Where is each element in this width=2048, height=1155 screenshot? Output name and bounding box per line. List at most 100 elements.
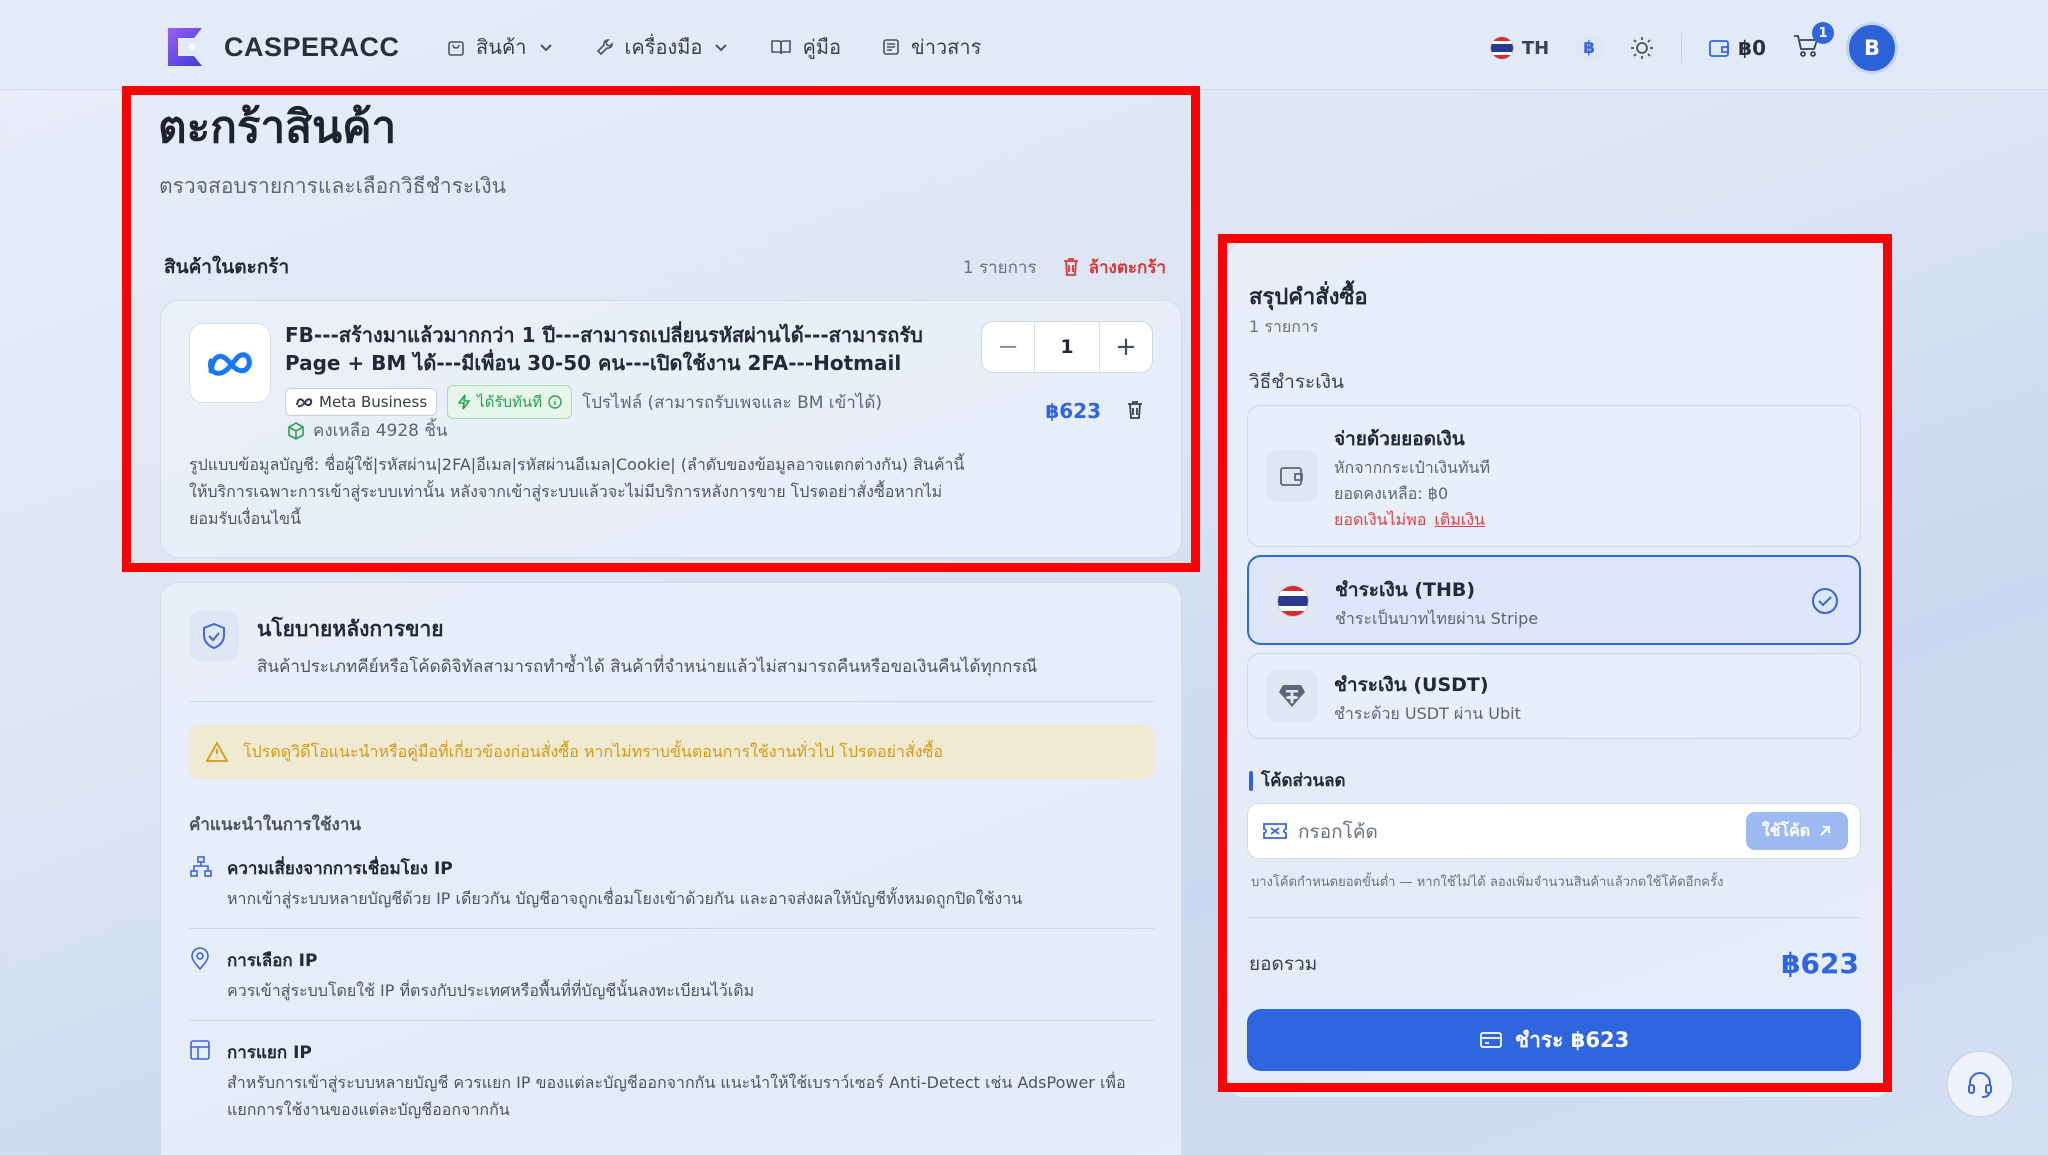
divider	[1247, 917, 1861, 918]
instant-delivery-label: ได้รับทันที	[477, 393, 543, 411]
warning-triangle-icon	[205, 741, 229, 762]
payment-option-usdt[interactable]: ชำระเงิน (USDT) ชำระด้วย USDT ผ่าน Ubit	[1247, 653, 1861, 739]
network-icon	[190, 856, 212, 877]
news-icon	[883, 39, 899, 55]
stock-label: คงเหลือ 4928 ชิ้น	[313, 421, 448, 441]
tip-title: การเลือก IP	[227, 951, 318, 971]
coupon-label: โค้ดส่วนลด	[1261, 771, 1346, 791]
payment-option-desc: ชำระด้วย USDT ผ่าน Ubit	[1334, 704, 1521, 723]
nav-news[interactable]: ข่าวสาร	[881, 31, 981, 63]
tip-title: ความเสี่ยงจากการเชื่อมโยง IP	[227, 859, 453, 879]
insufficient-balance-warning: ยอดเงินไม่พอ เติมเงิน	[1334, 508, 1485, 533]
decrease-quantity-button[interactable]: −	[982, 322, 1034, 372]
page-title: ตะกร้าสินค้า	[158, 102, 397, 153]
clear-cart-button[interactable]: ล้างตะกร้า	[1061, 254, 1166, 281]
trash-icon	[1063, 258, 1078, 276]
cart-items-header: สินค้าในตะกร้า 1 รายการ ล้างตะกร้า	[164, 252, 1166, 282]
info-icon[interactable]	[548, 395, 562, 409]
tip-description: หากเข้าสู่ระบบหลายบัญชีด้วย IP เดียวกัน …	[227, 889, 1023, 908]
cart-section-label: สินค้าในตะกร้า	[164, 256, 290, 278]
summary-item-count: 1 รายการ	[1249, 317, 1319, 336]
payment-option-wallet[interactable]: จ่ายด้วยยอดเงิน หักจากกระเป๋าเงินทันที ย…	[1247, 405, 1861, 547]
accent-bar	[1249, 770, 1253, 791]
quantity-value[interactable]: 1	[1034, 322, 1100, 372]
thai-flag-box	[1267, 575, 1319, 627]
location-pin-icon	[191, 947, 209, 971]
policy-title: นโยบายหลังการขาย	[257, 617, 444, 641]
clear-cart-label: ล้างตะกร้า	[1088, 257, 1166, 278]
nav-products[interactable]: สินค้า	[446, 31, 555, 63]
wallet-balance-text: ยอดคงเหลือ: ฿0	[1334, 484, 1449, 503]
header-divider	[1681, 33, 1683, 63]
warning-banner: โปรดดูวิดีโอแนะนำหรือคู่มือที่เกี่ยวข้อง…	[189, 725, 1155, 779]
box-icon	[288, 421, 304, 440]
wallet-icon-box	[1266, 450, 1318, 502]
divider	[189, 1020, 1155, 1021]
lightning-icon	[457, 394, 471, 410]
thai-flag-icon	[1489, 36, 1514, 60]
tip-item: ความเสี่ยงจากการเชื่อมโยง IP หากเข้าสู่ร…	[189, 855, 1155, 935]
payment-option-desc: หักจากกระเป๋าเงินทันที	[1334, 458, 1491, 477]
pay-button[interactable]: ชำระ ฿623	[1247, 1009, 1861, 1071]
payment-option-name: ชำระเงิน (THB)	[1335, 579, 1476, 601]
cart-count-badge: 1	[1812, 22, 1834, 44]
wallet-icon	[1709, 40, 1730, 57]
layout-icon	[190, 1040, 210, 1060]
increase-quantity-button[interactable]: +	[1100, 322, 1152, 372]
chevron-down-icon	[715, 44, 728, 52]
meta-business-label: Meta Business	[319, 393, 428, 411]
page-subtitle: ตรวจสอบรายการและเลือกวิธีชำระเงิน	[159, 174, 506, 198]
nav-news-label: ข่าวสาร	[911, 35, 982, 59]
product-thumbnail	[189, 323, 271, 403]
currency-switcher[interactable]: ฿	[1575, 34, 1604, 62]
coupon-field: ใช้โค้ด	[1247, 803, 1861, 859]
meta-logo-icon	[208, 352, 252, 376]
product-title[interactable]: FB---สร้างมาแล้วมากกว่า 1 ปี---สามารถเปล…	[285, 321, 945, 377]
apply-coupon-button[interactable]: ใช้โค้ด	[1746, 812, 1848, 850]
nav-tools-label: เครื่องมือ	[624, 35, 703, 59]
user-avatar[interactable]: B	[1846, 22, 1898, 74]
item-price: ฿623	[1045, 399, 1101, 423]
tip-description: ควรเข้าสู่ระบบโดยใช้ IP ที่ตรงกับประเทศห…	[227, 981, 755, 1000]
payment-method-label: วิธีชำระเงิน	[1249, 371, 1344, 393]
order-summary-card: สรุปคำสั่งซื้อ 1 รายการ วิธีชำระเงิน จ่า…	[1226, 242, 1892, 1098]
tip-item: การแยก IP สำหรับการเข้าสู่ระบบหลายบัญชี …	[189, 1039, 1155, 1149]
wrench-icon	[596, 39, 613, 56]
meta-business-tag: Meta Business	[285, 388, 438, 416]
tip-item: การเลือก IP ควรเข้าสู่ระบบโดยใช้ IP ที่ต…	[189, 947, 1155, 1027]
total-row: ยอดรวม ฿623	[1249, 947, 1859, 980]
wallet-balance[interactable]: ฿0	[1708, 36, 1766, 60]
payment-option-name: ชำระเงิน (USDT)	[1334, 674, 1489, 696]
pay-button-label: ชำระ ฿623	[1514, 1027, 1630, 1052]
summary-title: สรุปคำสั่งซื้อ	[1249, 285, 1368, 310]
wallet-icon	[1280, 467, 1303, 486]
main-nav: สินค้า เครื่องมือ คู่มือ ข่าวสาร	[446, 31, 981, 63]
top-up-link[interactable]: เติมเงิน	[1434, 510, 1485, 529]
cart-item-count: 1 รายการ	[962, 257, 1037, 278]
sun-icon[interactable]	[1629, 35, 1655, 61]
support-chat-button[interactable]	[1946, 1050, 2014, 1118]
payment-option-name: จ่ายด้วยยอดเงิน	[1334, 428, 1465, 450]
stock-info: คงเหลือ 4928 ชิ้น	[287, 417, 448, 444]
header-actions: TH ฿ ฿0 1 B	[1489, 20, 1898, 76]
chevron-down-icon	[539, 44, 552, 52]
meta-logo-icon	[296, 398, 313, 408]
nav-guide[interactable]: คู่มือ	[770, 31, 841, 63]
language-switcher[interactable]: TH	[1489, 36, 1549, 60]
quantity-stepper: − 1 +	[981, 321, 1153, 373]
divider	[189, 701, 1155, 702]
product-type-note: โปรไฟล์ (สามารถรับเพจและ BM เข้าได้)	[582, 392, 883, 413]
nav-tools[interactable]: เครื่องมือ	[595, 31, 731, 63]
coupon-hint: บางโค้ดกำหนดยอดขั้นต่ำ — หากใช้ไม่ได้ ลอ…	[1251, 875, 1724, 890]
payment-option-thb[interactable]: ชำระเงิน (THB) ชำระเป็นบาทไทยผ่าน Stripe	[1247, 555, 1861, 645]
total-label: ยอดรวม	[1249, 952, 1318, 975]
tether-icon	[1279, 685, 1305, 707]
top-navbar: CASPERACC สินค้า เครื่องมือ คู่มือ ข่าวส…	[0, 0, 2048, 90]
cart-button[interactable]: 1	[1792, 22, 1834, 64]
tether-icon-box	[1266, 670, 1318, 722]
brand-logo[interactable]: CASPERACC	[162, 24, 400, 70]
nav-guide-label: คู่มือ	[802, 35, 842, 59]
remove-item-button[interactable]	[1125, 399, 1145, 425]
coupon-heading: โค้ดส่วนลด	[1249, 767, 1346, 794]
coupon-input[interactable]	[1298, 816, 1718, 848]
